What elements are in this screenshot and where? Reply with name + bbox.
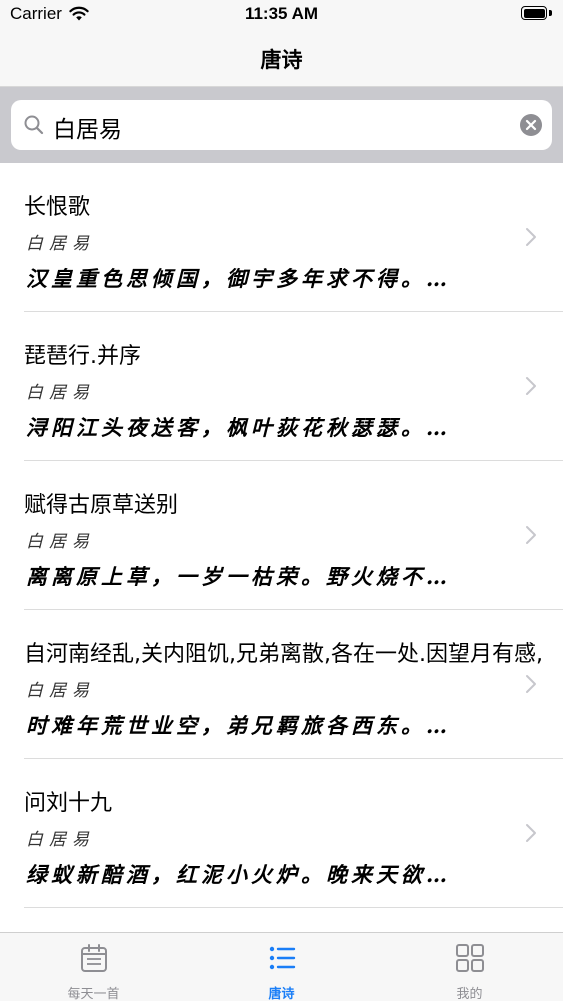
tab-label: 每天一首 <box>67 987 120 1002</box>
poem-row[interactable]: 长恨歌 白居易 汉皇重色思倾国，御宇多年求不得。… <box>0 163 563 312</box>
poem-title: 自河南经乱,关内阻饥,兄弟离散,各在一处.因望月有感, <box>24 642 543 667</box>
poem-excerpt: 绿蚁新醅酒，红泥小火炉。晚来天欲… <box>26 862 451 887</box>
poem-author: 白居易 <box>26 830 95 850</box>
poem-row[interactable]: 自河南经乱,关内阻饥,兄弟离散,各在一处.因望月有感, 白居易 时难年荒世业空，… <box>0 610 563 759</box>
tab-daily[interactable]: 每天一首 <box>0 933 187 1002</box>
poem-excerpt: 浔阳江头夜送客，枫叶荻花秋瑟瑟。… <box>26 415 451 440</box>
poem-title: 问刘十九 <box>24 791 113 816</box>
poem-excerpt: 时难年荒世业空，弟兄羁旅各西东。… <box>26 713 451 738</box>
page-title: 唐诗 <box>260 48 303 72</box>
battery-icon <box>521 6 553 22</box>
chevron-right-icon <box>526 526 536 544</box>
chevron-right-icon <box>526 377 536 395</box>
poem-title: 长恨歌 <box>24 195 91 220</box>
poem-list: 长恨歌 白居易 汉皇重色思倾国，御宇多年求不得。… 琵琶行.并序 白居易 浔阳江… <box>0 163 563 932</box>
chevron-right-icon <box>526 228 536 246</box>
tab-tang-poems[interactable]: 唐诗 <box>188 933 375 1002</box>
tab-bar: 每天一首 唐诗 我的 <box>0 932 563 1002</box>
poem-title: 琵琶行.并序 <box>24 344 141 369</box>
search-input[interactable]: 白居易 <box>11 100 552 150</box>
search-query: 白居易 <box>53 117 122 143</box>
chevron-right-icon <box>526 675 536 693</box>
row-separator <box>24 907 563 908</box>
search-icon <box>24 115 44 135</box>
tab-mine[interactable]: 我的 <box>376 933 563 1002</box>
poem-row[interactable]: 问刘十九 白居易 绿蚁新醅酒，红泥小火炉。晚来天欲… <box>0 759 563 908</box>
poem-author: 白居易 <box>26 383 95 403</box>
poem-row[interactable]: 琵琶行.并序 白居易 浔阳江头夜送客，枫叶荻花秋瑟瑟。… <box>0 312 563 461</box>
poem-excerpt: 汉皇重色思倾国，御宇多年求不得。… <box>26 266 451 291</box>
clock-time: 11:35 AM <box>244 4 319 23</box>
clear-search-button[interactable] <box>520 114 542 136</box>
grid-icon <box>456 944 484 972</box>
navigation-bar: 唐诗 <box>0 30 563 87</box>
poem-title: 赋得古原草送别 <box>24 493 179 518</box>
poem-excerpt: 离离原上草，一岁一枯荣。野火烧不… <box>26 564 451 589</box>
tab-label: 我的 <box>456 987 483 1002</box>
poem-row[interactable]: 赋得古原草送别 白居易 离离原上草，一岁一枯荣。野火烧不… <box>0 461 563 610</box>
tab-label: 唐诗 <box>268 987 295 1002</box>
poem-author: 白居易 <box>26 234 95 254</box>
calendar-icon <box>81 944 107 972</box>
search-bar: 白居易 <box>0 87 563 163</box>
poem-author: 白居易 <box>26 681 95 701</box>
status-bar: Carrier 11:35 AM <box>0 0 563 30</box>
close-icon <box>525 119 537 131</box>
chevron-right-icon <box>526 824 536 842</box>
list-icon <box>269 946 296 970</box>
poem-author: 白居易 <box>26 532 95 552</box>
